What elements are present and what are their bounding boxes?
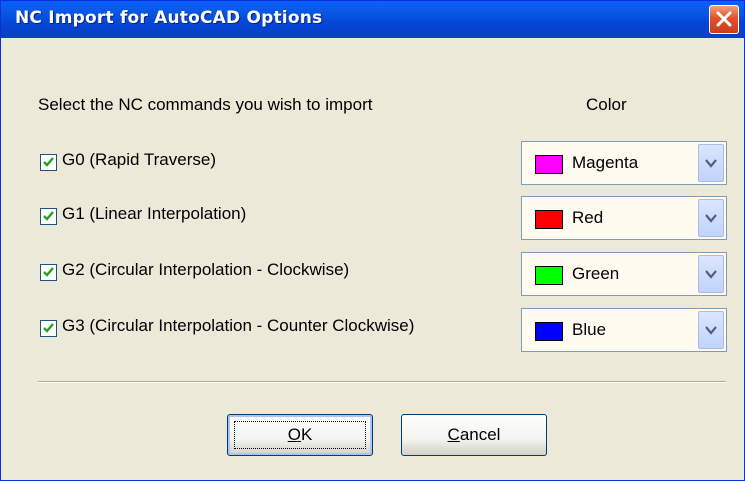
- g0-checkbox[interactable]: [40, 154, 57, 171]
- prompt-label: Select the NC commands you wish to impor…: [38, 95, 373, 114]
- g1-checkbox[interactable]: [40, 208, 57, 225]
- close-button[interactable]: [709, 5, 739, 34]
- color-column-label: Color: [586, 95, 627, 114]
- close-icon: [716, 11, 732, 27]
- g2-color-select[interactable]: Green: [521, 252, 727, 296]
- color-swatch: [535, 322, 563, 341]
- checkmark-icon: [43, 267, 54, 277]
- g3-color-select[interactable]: Blue: [521, 308, 727, 352]
- separator: [38, 381, 726, 383]
- color-swatch: [535, 155, 563, 174]
- g0-color-select[interactable]: Magenta: [521, 141, 727, 185]
- window-title: NC Import for AutoCAD Options: [15, 8, 323, 28]
- ok-button-label: OK: [287, 425, 313, 444]
- chevron-down-icon: [705, 326, 717, 335]
- g3-checkbox[interactable]: [40, 320, 57, 337]
- g0-label[interactable]: G0 (Rapid Traverse): [62, 150, 216, 170]
- ok-button[interactable]: OK: [227, 414, 373, 456]
- chevron-down-icon: [705, 159, 717, 168]
- checkmark-icon: [43, 323, 54, 333]
- g2-color-value: Green: [572, 264, 620, 283]
- dropdown-button[interactable]: [698, 311, 724, 349]
- g1-color-select[interactable]: Red: [521, 196, 727, 240]
- dialog-window: NC Import for AutoCAD Options Select the…: [0, 0, 745, 481]
- checkmark-icon: [43, 157, 54, 167]
- checkmark-icon: [43, 211, 54, 221]
- cancel-button-label: Cancel: [447, 425, 501, 444]
- dropdown-button[interactable]: [698, 199, 724, 237]
- g3-label[interactable]: G3 (Circular Interpolation - Counter Clo…: [62, 316, 414, 336]
- g2-checkbox[interactable]: [40, 264, 57, 281]
- dropdown-button[interactable]: [698, 255, 724, 293]
- g0-color-value: Magenta: [572, 153, 639, 172]
- color-swatch: [535, 210, 563, 229]
- color-swatch: [535, 266, 563, 285]
- g3-color-value: Blue: [572, 320, 607, 339]
- title-bar[interactable]: NC Import for AutoCAD Options: [1, 1, 744, 38]
- g1-label[interactable]: G1 (Linear Interpolation): [62, 204, 246, 224]
- chevron-down-icon: [705, 214, 717, 223]
- g2-label[interactable]: G2 (Circular Interpolation - Clockwise): [62, 260, 349, 280]
- cancel-button[interactable]: Cancel: [401, 414, 547, 456]
- chevron-down-icon: [705, 270, 717, 279]
- dropdown-button[interactable]: [698, 144, 724, 182]
- g1-color-value: Red: [572, 208, 604, 227]
